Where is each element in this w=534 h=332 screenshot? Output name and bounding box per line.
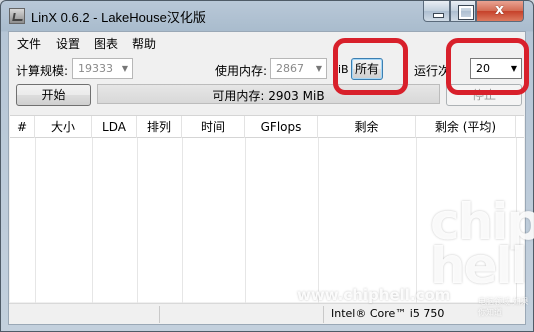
chiphell-url: www.chiphell.com — [297, 286, 451, 304]
highlight-runs-combo — [446, 38, 529, 95]
menu-file[interactable]: 文件 — [17, 35, 41, 52]
problem-size-value: 19333 — [78, 62, 113, 75]
col-gflops[interactable]: GFlops — [245, 116, 318, 138]
highlight-all-button — [333, 38, 408, 95]
close-icon: x — [495, 2, 505, 18]
column-divider — [182, 138, 183, 303]
col-time[interactable]: 时间 — [182, 116, 245, 138]
memory-label: 使用内存: — [215, 64, 268, 78]
status-divider — [159, 306, 160, 323]
col-size[interactable]: 大小 — [35, 116, 92, 138]
table-header: # 大小 LDA 排列 时间 GFlops 剩余 剩余 (平均) — [10, 116, 524, 138]
column-divider — [318, 138, 319, 303]
problem-size-combo[interactable]: 19333 ▼ — [72, 58, 133, 79]
chiphell-logo: chip hell — [430, 193, 534, 295]
chevron-down-icon: ▼ — [315, 64, 322, 73]
memory-value: 2867 — [276, 62, 304, 75]
minimize-button[interactable] — [423, 1, 450, 22]
column-divider — [137, 138, 138, 303]
chiphell-slogan: 电脑领域 如果你知道 — [478, 297, 529, 317]
close-button[interactable]: x — [476, 1, 524, 22]
col-residual[interactable]: 剩余 — [318, 116, 416, 138]
runs-label: 运行次 — [414, 64, 451, 78]
menu-settings[interactable]: 设置 — [56, 35, 80, 52]
status-bar: Intel® Core™ i5 750 — [9, 303, 525, 324]
cpu-info: Intel® Core™ i5 750 — [331, 307, 445, 320]
menu-charts[interactable]: 图表 — [94, 35, 118, 52]
start-button[interactable]: 开始 — [16, 84, 91, 106]
app-icon[interactable] — [9, 8, 25, 24]
problem-size-label: 计算规模: — [16, 64, 69, 78]
status-divider — [323, 306, 324, 323]
column-divider — [92, 138, 93, 303]
col-lda[interactable]: LDA — [92, 116, 137, 138]
chevron-down-icon: ▼ — [121, 64, 128, 73]
column-divider — [245, 138, 246, 303]
col-index[interactable]: # — [10, 116, 35, 138]
col-alignment[interactable]: 排列 — [137, 116, 182, 138]
maximize-button[interactable] — [450, 1, 476, 22]
column-divider — [416, 138, 417, 303]
memory-combo[interactable]: 2867 ▼ — [270, 58, 327, 79]
menu-help[interactable]: 帮助 — [132, 35, 156, 52]
title-bar[interactable]: LinX 0.6.2 - LakeHouse汉化版 x — [1, 1, 533, 31]
column-divider — [35, 138, 36, 303]
col-residual-avg[interactable]: 剩余 (平均) — [416, 116, 516, 138]
window-title: LinX 0.6.2 - LakeHouse汉化版 — [31, 10, 206, 25]
